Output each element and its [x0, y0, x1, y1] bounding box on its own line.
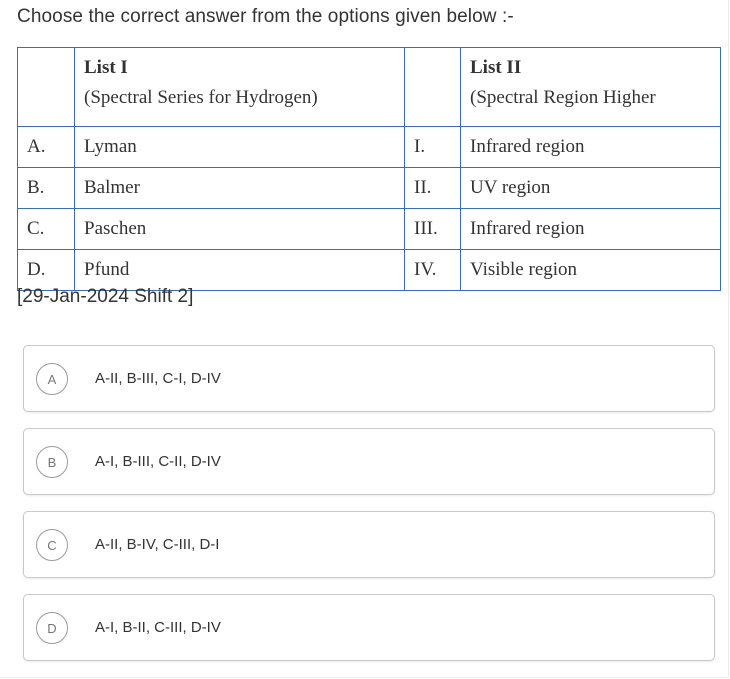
series-name: Paschen	[74, 208, 405, 250]
row-numeral: II.	[404, 167, 461, 209]
region-name: Visible region	[460, 249, 721, 291]
region-name: Infrared region	[460, 126, 721, 168]
header-empty-cell	[17, 47, 75, 127]
series-name: Lyman	[74, 126, 405, 168]
list1-header-cell: List I (Spectral Series for Hydrogen)	[74, 47, 405, 127]
question-text: Choose the correct answer from the optio…	[17, 6, 514, 27]
table-row: D. Pfund IV. Visible region	[17, 249, 721, 291]
row-letter: A.	[17, 126, 75, 168]
option-b-button[interactable]: B A-I, B-III, C-II, D-IV	[23, 428, 715, 495]
row-letter: B.	[17, 167, 75, 209]
region-name: Infrared region	[460, 208, 721, 250]
row-letter: C.	[17, 208, 75, 250]
option-c-button[interactable]: C A-II, B-IV, C-III, D-I	[23, 511, 715, 578]
table-row: C. Paschen III. Infrared region	[17, 208, 721, 250]
list2-header-cell: List II (Spectral Region Higher	[460, 47, 721, 127]
region-name: UV region	[460, 167, 721, 209]
option-text: A-I, B-II, C-III, D-IV	[95, 619, 221, 636]
exam-source-label: [29-Jan-2024 Shift 2]	[17, 286, 194, 307]
table-row: B. Balmer II. UV region	[17, 167, 721, 209]
list2-title: List II	[470, 57, 522, 78]
option-letter-badge: B	[36, 446, 68, 478]
list1-title: List I	[84, 57, 128, 78]
option-text: A-II, B-IV, C-III, D-I	[95, 536, 220, 553]
table-header-row: List I (Spectral Series for Hydrogen) Li…	[17, 47, 721, 127]
table-row: A. Lyman I. Infrared region	[17, 126, 721, 168]
list1-subtitle: (Spectral Series for Hydrogen)	[84, 87, 318, 108]
header-empty-cell	[404, 47, 461, 127]
option-text: A-I, B-III, C-II, D-IV	[95, 453, 221, 470]
option-a-button[interactable]: A A-II, B-III, C-I, D-IV	[23, 345, 715, 412]
series-name: Pfund	[74, 249, 405, 291]
option-letter-badge: C	[36, 529, 68, 561]
list2-subtitle: (Spectral Region Higher	[470, 87, 656, 108]
option-text: A-II, B-III, C-I, D-IV	[95, 370, 221, 387]
option-letter-badge: D	[36, 612, 68, 644]
row-letter: D.	[17, 249, 75, 291]
series-name: Balmer	[74, 167, 405, 209]
option-letter-badge: A	[36, 363, 68, 395]
row-numeral: I.	[404, 126, 461, 168]
row-numeral: III.	[404, 208, 461, 250]
option-d-button[interactable]: D A-I, B-II, C-III, D-IV	[23, 594, 715, 661]
row-numeral: IV.	[404, 249, 461, 291]
match-table: List I (Spectral Series for Hydrogen) Li…	[17, 47, 721, 291]
